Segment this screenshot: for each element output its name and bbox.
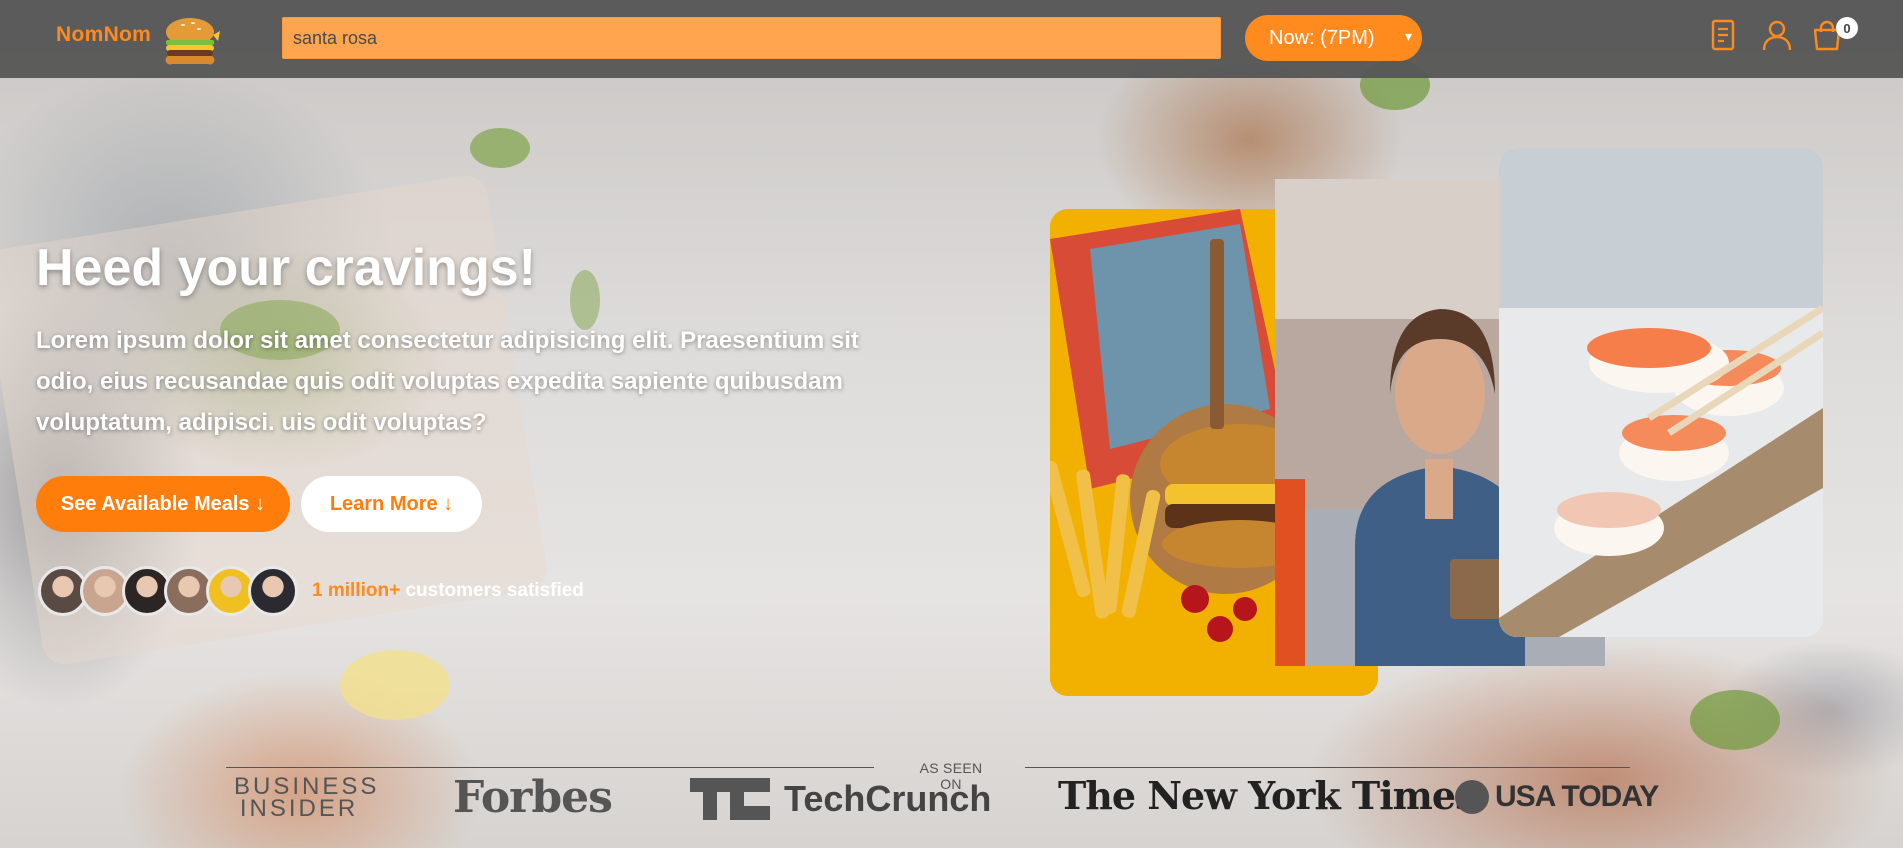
divider-left bbox=[226, 767, 874, 768]
time-select-dropdown[interactable]: Now: (7PM) ▾ bbox=[1245, 15, 1422, 61]
usa-today-dot-icon bbox=[1455, 780, 1489, 814]
usa-today-logo-text: USA TODAY bbox=[1495, 780, 1659, 813]
hero-description: Lorem ipsum dolor sit amet consectetur a… bbox=[36, 327, 859, 436]
business-insider-logo: BUSINESS INSIDER bbox=[234, 773, 380, 822]
techcrunch-logo-text: TechCrunch bbox=[784, 778, 992, 819]
customers-count: 1 million+ bbox=[312, 580, 401, 601]
brand-name[interactable]: NomNom bbox=[56, 23, 151, 47]
techcrunch-mark-icon bbox=[690, 778, 770, 820]
order-receipt-icon[interactable] bbox=[1706, 18, 1740, 52]
location-search-input[interactable] bbox=[282, 17, 1221, 59]
techcrunch-logo: TechCrunch bbox=[690, 778, 991, 820]
chevron-down-icon: ▾ bbox=[1404, 28, 1412, 44]
learn-more-button[interactable]: Learn More ↓ bbox=[301, 476, 482, 532]
cart-count-badge: 0 bbox=[1836, 17, 1858, 39]
burger-logo-icon[interactable] bbox=[163, 15, 221, 67]
top-navbar: NomNom Now: (7PM) ▾ 0 bbox=[0, 0, 1903, 78]
usa-today-logo: USA TODAY bbox=[1455, 780, 1659, 814]
customers-satisfied-text: 1 million+ customers satisfied bbox=[312, 580, 584, 602]
customers-satisfied-label: customers satisfied bbox=[400, 580, 584, 601]
divider-right bbox=[1025, 767, 1630, 768]
nyt-logo: The New York Times bbox=[1058, 773, 1476, 818]
sushi-photo bbox=[1499, 148, 1823, 637]
avatar bbox=[248, 566, 298, 616]
customer-avatars bbox=[38, 566, 298, 616]
user-account-icon[interactable] bbox=[1760, 18, 1794, 52]
see-available-meals-button[interactable]: See Available Meals ↓ bbox=[36, 476, 290, 532]
business-insider-logo-text: BUSINESS INSIDER bbox=[234, 773, 380, 822]
forbes-logo: Forbes bbox=[453, 772, 613, 823]
time-select-value: Now: (7PM) bbox=[1269, 26, 1375, 49]
hero-title: Heed your cravings! bbox=[36, 239, 536, 297]
